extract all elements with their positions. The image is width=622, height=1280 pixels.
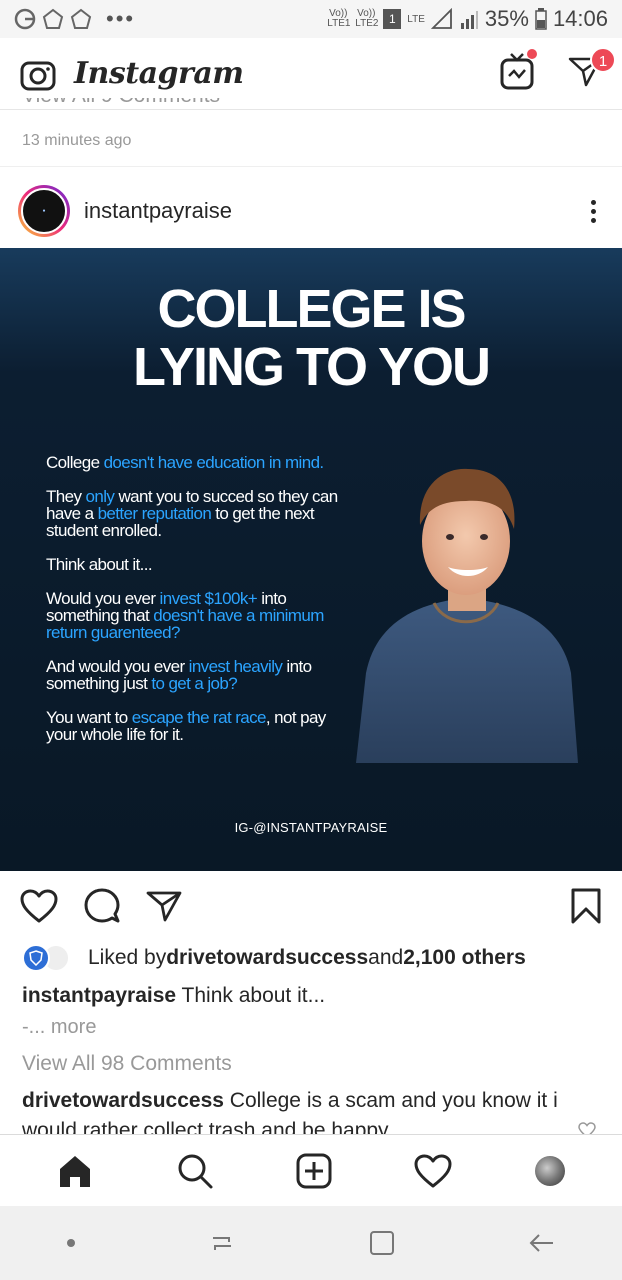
shield-icon bbox=[29, 950, 43, 966]
status-left: ••• bbox=[14, 6, 135, 32]
notification-icon-2 bbox=[70, 8, 92, 29]
liker-avatar-1 bbox=[22, 944, 50, 972]
home-icon[interactable] bbox=[57, 1153, 93, 1189]
previous-view-comments[interactable]: View All 9 Comments bbox=[22, 98, 220, 116]
person-photo bbox=[356, 468, 578, 763]
comment-preview: drivetowardsuccess College is a scam and… bbox=[22, 1086, 562, 1134]
comment-username[interactable]: drivetowardsuccess bbox=[22, 1089, 224, 1112]
copy-para-1: College doesn't have education in mind. bbox=[46, 453, 324, 472]
add-post-icon[interactable] bbox=[296, 1153, 332, 1189]
share-icon[interactable] bbox=[146, 890, 182, 922]
dot-icon[interactable] bbox=[65, 1237, 77, 1249]
profile-avatar[interactable] bbox=[534, 1155, 565, 1186]
liked-avatars bbox=[22, 944, 76, 972]
copy-para-2: They only want you to succed so they can… bbox=[46, 487, 338, 540]
volte-lte2: Vo)) LTE2 bbox=[355, 8, 379, 29]
post-header: ● instantpayraise bbox=[0, 180, 622, 242]
home-button-icon[interactable] bbox=[367, 1228, 397, 1258]
battery-icon bbox=[535, 8, 547, 30]
copy-para-5: And would you ever invest heavily into s… bbox=[46, 657, 312, 693]
previous-post-time: 13 minutes ago bbox=[22, 132, 132, 149]
signal-icon bbox=[430, 8, 452, 29]
lte-label: LTE bbox=[407, 13, 425, 25]
camera-icon[interactable] bbox=[20, 57, 56, 91]
copy-para-6: You want to escape the rat race, not pay… bbox=[46, 708, 326, 744]
status-bar: ••• Vo)) LTE1 Vo)) LTE2 1 LTE 35% 14:06 bbox=[0, 0, 622, 38]
igtv-button[interactable] bbox=[500, 49, 537, 95]
caption: instantpayraise Think about it... bbox=[22, 984, 325, 1008]
liked-count[interactable]: 2,100 others bbox=[403, 946, 526, 970]
notification-icon bbox=[42, 8, 64, 29]
comment-icon[interactable] bbox=[84, 888, 120, 924]
direct-messages-button[interactable]: 1 bbox=[568, 47, 616, 92]
liked-and: and bbox=[368, 946, 404, 969]
like-heart-icon[interactable] bbox=[20, 889, 58, 923]
battery-percent: 35% bbox=[484, 6, 529, 31]
instagram-logo: Instagram bbox=[74, 56, 244, 91]
headline-line-1: COLLEGE IS bbox=[157, 279, 466, 339]
bottom-nav bbox=[0, 1134, 622, 1206]
volte-lte1: Vo)) LTE1 bbox=[327, 8, 351, 29]
image-copy: College doesn't have education in mind. … bbox=[46, 454, 356, 760]
post-actions bbox=[20, 884, 602, 928]
liked-by-user[interactable]: drivetowardsuccess bbox=[166, 946, 368, 970]
image-headline: COLLEGE IS LYING TO YOU bbox=[0, 280, 622, 396]
clock: 14:06 bbox=[552, 6, 608, 31]
post-image[interactable]: COLLEGE IS LYING TO YOU College doesn't … bbox=[0, 248, 622, 871]
android-nav-bar bbox=[0, 1206, 622, 1280]
status-right: Vo)) LTE1 Vo)) LTE2 1 LTE 35% 14:06 bbox=[327, 6, 608, 32]
sim-indicator: 1 bbox=[383, 9, 402, 29]
direct-badge: 1 bbox=[590, 47, 616, 73]
recent-apps-icon[interactable] bbox=[207, 1228, 237, 1258]
caption-username[interactable]: instantpayraise bbox=[22, 984, 176, 1007]
post-username[interactable]: instantpayraise bbox=[84, 198, 232, 224]
google-icon bbox=[14, 8, 36, 30]
view-all-comments[interactable]: View All 98 Comments bbox=[22, 1052, 232, 1076]
caption-more-link[interactable]: -... more bbox=[22, 1016, 96, 1039]
search-icon[interactable] bbox=[176, 1152, 214, 1190]
avatar-logo: ● bbox=[21, 188, 67, 234]
divider bbox=[0, 166, 622, 167]
more-options-icon[interactable] bbox=[591, 199, 596, 223]
signal-bars-icon bbox=[460, 11, 478, 29]
headline-line-2: LYING TO YOU bbox=[132, 337, 491, 397]
copy-para-4: Would you ever invest $100k+ into someth… bbox=[46, 589, 324, 642]
post-avatar[interactable]: ● bbox=[18, 185, 70, 237]
bookmark-icon[interactable] bbox=[570, 888, 602, 924]
copy-para-3: Think about it... bbox=[46, 555, 153, 574]
more-notifications-icon: ••• bbox=[106, 6, 136, 31]
activity-heart-icon[interactable] bbox=[414, 1154, 452, 1188]
liked-by-prefix: Liked by bbox=[88, 946, 167, 969]
back-icon[interactable] bbox=[527, 1228, 557, 1258]
caption-text: Think about it... bbox=[176, 984, 326, 1007]
igtv-new-dot bbox=[527, 49, 537, 59]
ig-handle-tag: IG-@INSTANTPAYRAISE bbox=[234, 820, 388, 835]
liked-by[interactable]: Liked by drivetowardsuccess and 2,100 ot… bbox=[22, 944, 526, 972]
